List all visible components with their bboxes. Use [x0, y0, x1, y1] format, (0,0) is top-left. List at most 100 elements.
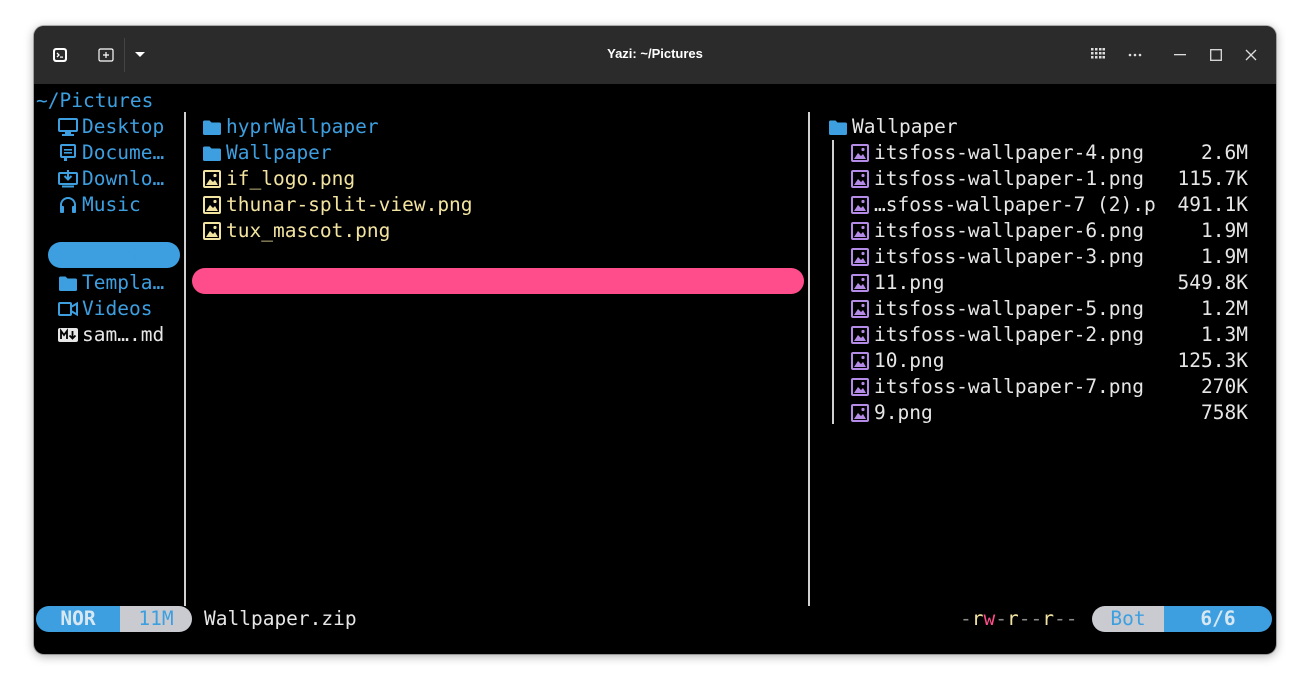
- close-icon[interactable]: [1240, 44, 1262, 66]
- parent-item-label: Public: [82, 245, 153, 268]
- image-file-icon: [850, 247, 870, 267]
- image-file-icon: [850, 169, 870, 189]
- size-badge: 11M: [120, 606, 192, 632]
- parent-item-label: Music: [82, 193, 141, 216]
- current-item-label: hyprWallpaper: [226, 115, 379, 138]
- preview-item-size: 125.3K: [1177, 349, 1248, 372]
- image-file-icon: [850, 299, 870, 319]
- parent-item-label: sam….md: [82, 323, 165, 346]
- video-icon: [58, 299, 78, 319]
- image-file-icon: [850, 403, 870, 423]
- preview-item[interactable]: itsfoss-wallpaper-1.png: [850, 166, 1144, 192]
- preview-item-name: itsfoss-wallpaper-7.png: [874, 375, 1145, 398]
- download-folder-icon: [58, 169, 78, 189]
- current-item-label: thunar-split-view.png: [226, 193, 473, 216]
- current-item-label: Wallpaper: [226, 141, 332, 164]
- image-file-icon: [850, 143, 870, 163]
- parent-item[interactable]: Desktop: [58, 114, 164, 140]
- parent-item[interactable]: Downlo…: [58, 166, 164, 192]
- current-item-label: if_logo.png: [226, 167, 356, 190]
- position-badge: Bot: [1092, 606, 1164, 632]
- preview-item-name: itsfoss-wallpaper-6.png: [874, 219, 1145, 242]
- parent-item[interactable]: Public: [58, 244, 152, 270]
- parent-item[interactable]: Music: [58, 192, 141, 218]
- preview-item-size: 270K: [1201, 375, 1248, 398]
- markdown-icon: [58, 325, 78, 345]
- parent-item[interactable]: sam….md: [58, 322, 164, 348]
- preview-item-name: …sfoss-wallpaper-7 (2).p: [874, 193, 1156, 216]
- permission-char: -: [1018, 607, 1031, 630]
- zip-file-icon: [202, 247, 222, 267]
- public-folder-icon: [58, 247, 78, 267]
- image-file-icon: [850, 273, 870, 293]
- document-folder-icon: [58, 143, 78, 163]
- preview-item[interactable]: itsfoss-wallpaper-2.png: [850, 322, 1144, 348]
- folder-icon: [58, 273, 78, 293]
- image-file-icon: [850, 325, 870, 345]
- current-item[interactable]: hyprWallpaper: [202, 114, 379, 140]
- preview-item-size: 549.8K: [1177, 271, 1248, 294]
- preview-item[interactable]: itsfoss-wallpaper-5.png: [850, 296, 1144, 322]
- current-item[interactable]: thunar-split-view.png: [202, 192, 473, 218]
- current-item[interactable]: Wallpaper: [202, 140, 332, 166]
- preview-item-size: 1.2M: [1201, 297, 1248, 320]
- preview-item-name: itsfoss-wallpaper-3.png: [874, 245, 1145, 268]
- parent-item[interactable]: Templa…: [58, 270, 164, 296]
- image-file-icon: [850, 377, 870, 397]
- current-path: ~/Pictures: [36, 89, 154, 112]
- maximize-icon[interactable]: [1205, 44, 1227, 66]
- parent-item-label: Downlo…: [82, 167, 165, 190]
- preview-item[interactable]: itsfoss-wallpaper-4.png: [850, 140, 1144, 166]
- folder-icon: [828, 117, 848, 137]
- preview-item-name: itsfoss-wallpaper-2.png: [874, 323, 1145, 346]
- title-bar: Yazi: ~/Pictures: [34, 26, 1276, 84]
- preview-item-size: 1.9M: [1201, 245, 1248, 268]
- parent-item-label: Pictur…: [82, 219, 165, 242]
- grid-menu-icon[interactable]: [1087, 44, 1109, 66]
- preview-item[interactable]: 10.png: [850, 348, 944, 374]
- folder-icon: [202, 117, 222, 137]
- preview-item-name: itsfoss-wallpaper-1.png: [874, 167, 1145, 190]
- preview-tree-line: [832, 140, 834, 424]
- parent-item[interactable]: Videos: [58, 296, 152, 322]
- current-item[interactable]: if_logo.png: [202, 166, 355, 192]
- minimize-icon[interactable]: [1169, 44, 1191, 66]
- preview-item-size: 1.3M: [1201, 323, 1248, 346]
- parent-item-label: Desktop: [82, 115, 165, 138]
- preview-item[interactable]: itsfoss-wallpaper-6.png: [850, 218, 1144, 244]
- current-item-label: tux_mascot.png: [226, 219, 391, 242]
- count-badge: 6/6: [1164, 606, 1272, 632]
- parent-item[interactable]: Pictur…: [58, 218, 164, 244]
- image-file-icon: [850, 351, 870, 371]
- current-item[interactable]: Wallpaper.zip: [202, 244, 379, 270]
- image-file-icon: [850, 195, 870, 215]
- more-options-icon[interactable]: [1124, 44, 1146, 66]
- permission-char: -: [1054, 607, 1066, 630]
- pane-divider-right: [808, 112, 810, 606]
- image-file-icon: [202, 195, 222, 215]
- permission-char: -: [960, 607, 972, 630]
- preview-item-name: itsfoss-wallpaper-5.png: [874, 297, 1145, 320]
- preview-item[interactable]: itsfoss-wallpaper-3.png: [850, 244, 1144, 270]
- headphones-icon: [58, 195, 78, 215]
- preview-item[interactable]: …sfoss-wallpaper-7 (2).p: [850, 192, 1156, 218]
- terminal-window: Yazi: ~/Pictures ~/Pictures Desktop Docu…: [34, 26, 1276, 654]
- current-item-label: Wallpaper.zip: [226, 245, 379, 268]
- monitor-icon: [58, 117, 78, 137]
- preview-item-name: 11.png: [874, 271, 945, 294]
- mode-badge: NOR: [36, 606, 120, 632]
- preview-item-size: 1.9M: [1201, 219, 1248, 242]
- preview-item-name: 9.png: [874, 401, 933, 424]
- permission-char: -: [1030, 607, 1043, 630]
- preview-item[interactable]: itsfoss-wallpaper-7.png: [850, 374, 1144, 400]
- image-file-icon: [202, 169, 222, 189]
- preview-item-name: 10.png: [874, 349, 945, 372]
- permission-char: -: [1065, 607, 1078, 630]
- terminal-content: ~/Pictures Desktop Docume… Downlo… Music Pic…: [34, 84, 1276, 654]
- current-item[interactable]: tux_mascot.png: [202, 218, 390, 244]
- preview-item[interactable]: 9.png: [850, 400, 933, 426]
- image-file-icon: [850, 221, 870, 241]
- folder-icon: [202, 143, 222, 163]
- preview-item[interactable]: 11.png: [850, 270, 944, 296]
- parent-item[interactable]: Docume…: [58, 140, 164, 166]
